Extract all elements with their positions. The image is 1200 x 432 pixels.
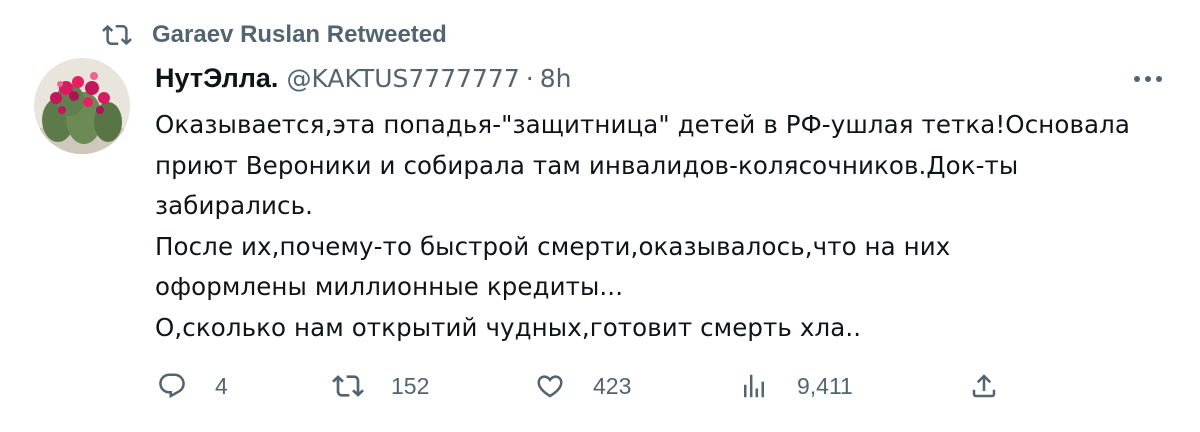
- more-options-button[interactable]: [1128, 62, 1168, 94]
- more-icon: [1132, 69, 1164, 88]
- retweet-context: Garaev Ruslan Retweeted: [100, 18, 447, 52]
- retweet-icon: [331, 369, 365, 403]
- views-icon: [737, 369, 771, 403]
- tweet[interactable]: Garaev Ruslan Retweeted НутЭлла. @KAKTUS…: [0, 0, 1200, 432]
- tweet-text-line: Оказывается,эта попадья-"защитница" дете…: [155, 110, 1130, 139]
- retweet-button[interactable]: 152: [331, 364, 429, 408]
- tweet-text-line: оформлены миллионные кредиты...: [155, 272, 624, 301]
- tweet-text-line: После их,почему-то быстрой смерти,оказыв…: [155, 231, 951, 261]
- tweet-text-line: О,сколько нам открытий чудных,готовит см…: [155, 312, 862, 342]
- tweet-text-line: забирались.: [155, 191, 314, 220]
- tweet-text-line: приют Вероники и собирала там инвалидов-…: [155, 150, 1019, 180]
- share-icon: [967, 369, 1001, 403]
- views-button[interactable]: 9,411: [737, 364, 853, 408]
- share-button[interactable]: [967, 364, 1001, 408]
- separator-dot: ·: [525, 63, 534, 93]
- like-count: 423: [593, 372, 632, 399]
- avatar[interactable]: [34, 58, 130, 154]
- views-count: 9,411: [797, 372, 853, 399]
- tweet-timestamp[interactable]: 8h: [540, 64, 572, 93]
- tweet-actions: 4 152 423 9,411: [155, 364, 1015, 408]
- reply-button[interactable]: 4: [155, 364, 228, 408]
- retweet-icon: [100, 18, 134, 52]
- tweet-header: НутЭлла. @KAKTUS7777777 · 8h: [155, 58, 571, 98]
- retweet-context-text[interactable]: Garaev Ruslan Retweeted: [152, 21, 447, 49]
- retweet-count: 152: [391, 372, 430, 399]
- reply-icon: [155, 369, 189, 403]
- heart-icon: [533, 369, 567, 403]
- like-button[interactable]: 423: [533, 364, 631, 408]
- reply-count: 4: [215, 372, 228, 399]
- tweet-text: Оказывается,эта попадья-"защитница" дете…: [155, 105, 1185, 348]
- author-display-name[interactable]: НутЭлла.: [155, 63, 278, 94]
- author-handle[interactable]: @KAKTUS7777777: [286, 64, 519, 93]
